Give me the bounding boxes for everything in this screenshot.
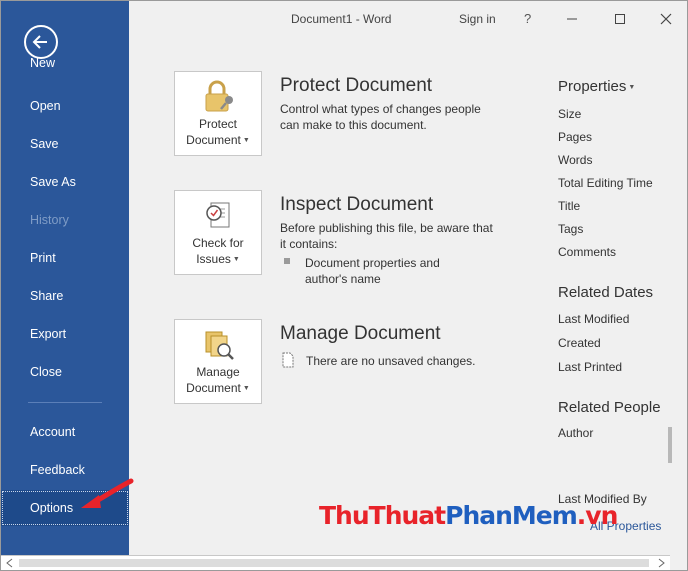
help-icon[interactable]: ? bbox=[524, 11, 531, 26]
manage-label-line1: Manage bbox=[196, 365, 240, 379]
related-people-title: Related People bbox=[558, 399, 661, 416]
sidebar-item-new[interactable]: New bbox=[1, 53, 129, 73]
sidebar-item-account[interactable]: Account bbox=[1, 417, 129, 447]
document-icon bbox=[282, 352, 294, 368]
sidebar-item-print[interactable]: Print bbox=[1, 243, 129, 273]
manage-document-title: Manage Document bbox=[280, 323, 441, 344]
sidebar-item-close[interactable]: Close bbox=[1, 357, 129, 387]
protect-label-line1: Protect bbox=[198, 117, 237, 131]
property-comments: Comments bbox=[558, 245, 617, 259]
property-words: Words bbox=[558, 153, 593, 167]
annotation-arrow-icon bbox=[81, 478, 134, 508]
related-dates-title: Related Dates bbox=[558, 284, 654, 301]
check-for-issues-label: Check for Issues ▼ bbox=[175, 235, 261, 268]
protect-document-button[interactable]: Protect Document ▼ bbox=[174, 71, 262, 156]
bullet-marker bbox=[284, 258, 290, 264]
vertical-scrollbar-thumb[interactable] bbox=[668, 427, 672, 463]
check-for-issues-button[interactable]: Check for Issues ▼ bbox=[174, 190, 262, 275]
watermark-part2: PhanMem bbox=[445, 501, 578, 530]
sidebar-item-export[interactable]: Export bbox=[1, 319, 129, 349]
sidebar-item-history: History bbox=[30, 213, 69, 227]
property-created: Created bbox=[558, 336, 601, 350]
lock-key-icon bbox=[205, 80, 233, 112]
property-pages: Pages bbox=[558, 130, 593, 144]
inspect-document-icon bbox=[206, 202, 230, 228]
watermark-part3: .vn bbox=[576, 501, 619, 530]
scroll-right-icon[interactable] bbox=[654, 557, 668, 569]
close-window-button[interactable] bbox=[654, 7, 678, 31]
manage-label-line2: Document bbox=[186, 381, 241, 395]
property-size: Size bbox=[558, 107, 582, 121]
sidebar-item-open[interactable]: Open bbox=[1, 91, 129, 121]
sidebar-divider bbox=[28, 402, 102, 403]
backstage-sidebar: New Open Save Save As History Print Shar… bbox=[1, 1, 129, 555]
inspect-bullet-line1: Document properties and bbox=[305, 256, 440, 270]
minimize-button[interactable] bbox=[560, 7, 584, 31]
window-title: Document1 - Word bbox=[291, 12, 392, 26]
watermark-part1: ThuThuat bbox=[319, 501, 446, 530]
title-bar: Document1 - Word Sign in ? bbox=[129, 1, 687, 37]
inspect-document-title: Inspect Document bbox=[280, 194, 434, 215]
property-last-modified: Last Modified bbox=[558, 312, 630, 326]
inspect-label-line1: Check for bbox=[192, 236, 244, 250]
sidebar-item-save[interactable]: Save bbox=[1, 129, 129, 159]
manage-document-label: Manage Document ▼ bbox=[175, 364, 261, 397]
dropdown-caret-icon: ▼ bbox=[232, 256, 240, 263]
manage-document-note: There are no unsaved changes. bbox=[306, 354, 476, 368]
properties-title: Properties bbox=[558, 78, 627, 95]
property-tags: Tags bbox=[558, 222, 584, 236]
sidebar-item-save-as[interactable]: Save As bbox=[1, 167, 129, 197]
property-title: Title bbox=[558, 199, 581, 213]
property-total-editing-time: Total Editing Time bbox=[558, 176, 653, 190]
inspect-bullet-line2: author's name bbox=[305, 272, 381, 286]
manage-document-icon bbox=[205, 331, 234, 360]
inspect-label-line2: Issues bbox=[196, 252, 231, 266]
inspect-document-desc: Before publishing this file, be aware th… bbox=[280, 221, 493, 251]
protect-document-desc: Control what types of changes people can… bbox=[280, 102, 481, 132]
dropdown-caret-icon: ▼ bbox=[242, 137, 250, 144]
protect-label-line2: Document bbox=[186, 133, 241, 147]
horizontal-scrollbar-thumb[interactable] bbox=[19, 559, 649, 567]
scroll-left-icon[interactable] bbox=[3, 557, 17, 569]
maximize-button[interactable] bbox=[608, 7, 632, 31]
maximize-icon bbox=[615, 14, 625, 24]
horizontal-scrollbar[interactable] bbox=[1, 555, 670, 570]
protect-document-label: Protect Document ▼ bbox=[175, 116, 261, 149]
inspect-bullet-text: Document properties and author's name bbox=[305, 255, 440, 287]
scrollbar-corner bbox=[670, 555, 686, 570]
sign-in-link[interactable]: Sign in bbox=[459, 12, 496, 26]
close-icon bbox=[660, 13, 672, 25]
minimize-icon bbox=[567, 18, 577, 20]
word-backstage-window: New Open Save Save As History Print Shar… bbox=[0, 0, 688, 571]
back-arrow-icon bbox=[32, 35, 47, 49]
manage-document-button[interactable]: Manage Document ▼ bbox=[174, 319, 262, 404]
protect-document-title: Protect Document bbox=[280, 75, 433, 96]
chevron-down-icon: ▼ bbox=[628, 84, 636, 91]
property-last-printed: Last Printed bbox=[558, 360, 623, 374]
dropdown-caret-icon: ▼ bbox=[242, 385, 250, 392]
site-watermark: ThuThuatPhanMem.vn bbox=[319, 501, 619, 530]
property-author: Author bbox=[558, 426, 594, 440]
properties-dropdown[interactable]: Properties ▼ bbox=[558, 78, 635, 95]
sidebar-item-share[interactable]: Share bbox=[1, 281, 129, 311]
